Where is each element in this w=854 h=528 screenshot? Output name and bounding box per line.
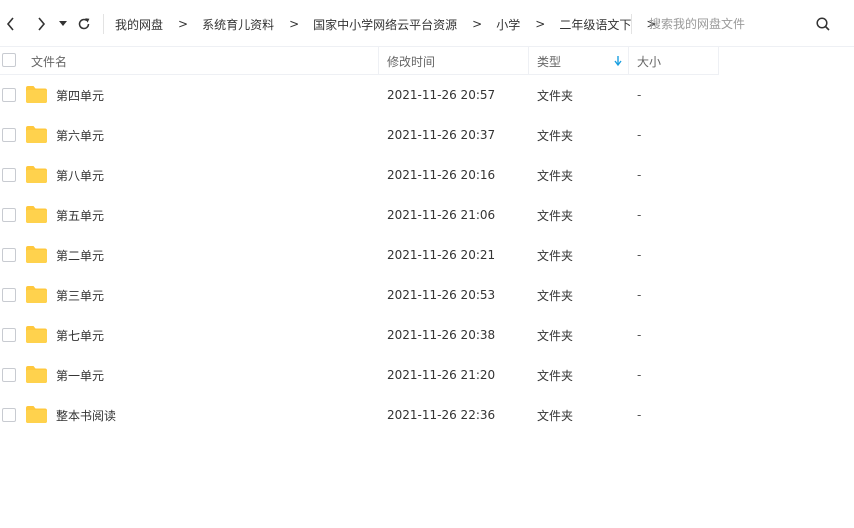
header-underline: [0, 47, 719, 75]
breadcrumb-item-current[interactable]: 二年级语文下: [559, 16, 631, 33]
file-size: -: [637, 328, 642, 342]
file-type: 文件夹: [537, 408, 574, 423]
file-name[interactable]: 第八单元: [56, 155, 104, 195]
folder-icon: [26, 366, 47, 383]
row-checkbox[interactable]: [2, 168, 16, 182]
file-type: 文件夹: [537, 288, 574, 303]
folder-icon: [26, 286, 47, 303]
breadcrumb: 我的网盘 > 系统育儿资料 > 国家中小学网络云平台资源 > 小学 > 二年级语…: [103, 14, 656, 34]
row-checkbox[interactable]: [2, 208, 16, 222]
file-size: -: [637, 368, 642, 382]
column-divider[interactable]: [378, 47, 379, 75]
file-size: -: [637, 208, 642, 222]
table-row[interactable]: 整本书阅读 2021-11-26 22:36 文件夹 -: [0, 395, 854, 435]
file-name[interactable]: 第四单元: [56, 75, 104, 115]
file-modified: 2021-11-26 20:37: [387, 128, 496, 142]
row-checkbox[interactable]: [2, 368, 16, 382]
forward-button[interactable]: [32, 14, 50, 34]
row-checkbox[interactable]: [2, 408, 16, 422]
file-modified: 2021-11-26 21:20: [387, 368, 496, 382]
table-row[interactable]: 第八单元 2021-11-26 20:16 文件夹 -: [0, 155, 854, 195]
file-type: 文件夹: [537, 128, 574, 143]
breadcrumb-item[interactable]: 系统育儿资料: [202, 16, 274, 33]
file-name[interactable]: 第一单元: [56, 355, 104, 395]
file-modified: 2021-11-26 20:53: [387, 288, 496, 302]
file-modified: 2021-11-26 20:57: [387, 88, 496, 102]
folder-icon: [26, 86, 47, 103]
folder-icon: [26, 246, 47, 263]
file-size: -: [637, 128, 642, 142]
breadcrumb-item-root[interactable]: 我的网盘: [115, 16, 163, 33]
refresh-button[interactable]: [75, 14, 93, 34]
history-dropdown-button[interactable]: [56, 14, 70, 34]
file-size: -: [637, 168, 642, 182]
navigation-bar: 我的网盘 > 系统育儿资料 > 国家中小学网络云平台资源 > 小学 > 二年级语…: [0, 0, 854, 46]
breadcrumb-item[interactable]: 小学: [496, 16, 520, 33]
select-all-checkbox[interactable]: [2, 53, 16, 67]
file-type: 文件夹: [537, 208, 574, 223]
file-name[interactable]: 第二单元: [56, 235, 104, 275]
breadcrumb-separator: >: [535, 17, 546, 31]
sort-arrow-down-icon[interactable]: [614, 55, 622, 67]
table-row[interactable]: 第一单元 2021-11-26 21:20 文件夹 -: [0, 355, 854, 395]
table-header: 文件名 修改时间 类型 大小: [0, 46, 854, 75]
folder-icon: [26, 166, 47, 183]
breadcrumb-separator: >: [289, 17, 300, 31]
file-type: 文件夹: [537, 248, 574, 263]
folder-icon: [26, 326, 47, 343]
breadcrumb-item[interactable]: 国家中小学网络云平台资源: [313, 16, 457, 33]
search-input[interactable]: [632, 17, 802, 31]
row-checkbox[interactable]: [2, 88, 16, 102]
table-row[interactable]: 第五单元 2021-11-26 21:06 文件夹 -: [0, 195, 854, 235]
header-size[interactable]: 大小: [637, 47, 661, 75]
file-modified: 2021-11-26 20:38: [387, 328, 496, 342]
header-name[interactable]: 文件名: [31, 47, 67, 75]
row-checkbox[interactable]: [2, 288, 16, 302]
chevron-left-icon: [6, 17, 14, 31]
caret-down-icon: [59, 21, 67, 26]
column-divider[interactable]: [718, 47, 719, 75]
search-box: [631, 14, 841, 34]
file-type: 文件夹: [537, 168, 574, 183]
folder-icon: [26, 126, 47, 143]
file-modified: 2021-11-26 22:36: [387, 408, 496, 422]
row-checkbox[interactable]: [2, 128, 16, 142]
file-modified: 2021-11-26 20:21: [387, 248, 496, 262]
table-row[interactable]: 第二单元 2021-11-26 20:21 文件夹 -: [0, 235, 854, 275]
file-name[interactable]: 第五单元: [56, 195, 104, 235]
folder-icon: [26, 206, 47, 223]
file-name[interactable]: 第七单元: [56, 315, 104, 355]
table-row[interactable]: 第六单元 2021-11-26 20:37 文件夹 -: [0, 115, 854, 155]
header-modified[interactable]: 修改时间: [387, 47, 435, 75]
table-row[interactable]: 第四单元 2021-11-26 20:57 文件夹 -: [0, 75, 854, 115]
file-name[interactable]: 整本书阅读: [56, 395, 116, 435]
header-type[interactable]: 类型: [537, 47, 561, 75]
file-type: 文件夹: [537, 368, 574, 383]
table-row[interactable]: 第七单元 2021-11-26 20:38 文件夹 -: [0, 315, 854, 355]
file-modified: 2021-11-26 21:06: [387, 208, 496, 222]
file-size: -: [637, 248, 642, 262]
column-divider[interactable]: [528, 47, 529, 75]
file-type: 文件夹: [537, 88, 574, 103]
row-checkbox[interactable]: [2, 328, 16, 342]
file-size: -: [637, 288, 642, 302]
file-size: -: [637, 88, 642, 102]
row-checkbox[interactable]: [2, 248, 16, 262]
file-list: 第四单元 2021-11-26 20:57 文件夹 - 第六单元 2021-11…: [0, 75, 854, 435]
breadcrumb-separator: >: [472, 17, 483, 31]
folder-icon: [26, 406, 47, 423]
table-row[interactable]: 第三单元 2021-11-26 20:53 文件夹 -: [0, 275, 854, 315]
file-type: 文件夹: [537, 328, 574, 343]
file-name[interactable]: 第六单元: [56, 115, 104, 155]
chevron-right-icon: [38, 17, 46, 31]
column-divider[interactable]: [628, 47, 629, 75]
file-modified: 2021-11-26 20:16: [387, 168, 496, 182]
back-button[interactable]: [2, 14, 20, 34]
breadcrumb-separator: >: [178, 17, 189, 31]
search-icon[interactable]: [815, 16, 831, 32]
refresh-icon: [78, 18, 90, 30]
file-name[interactable]: 第三单元: [56, 275, 104, 315]
file-size: -: [637, 408, 642, 422]
